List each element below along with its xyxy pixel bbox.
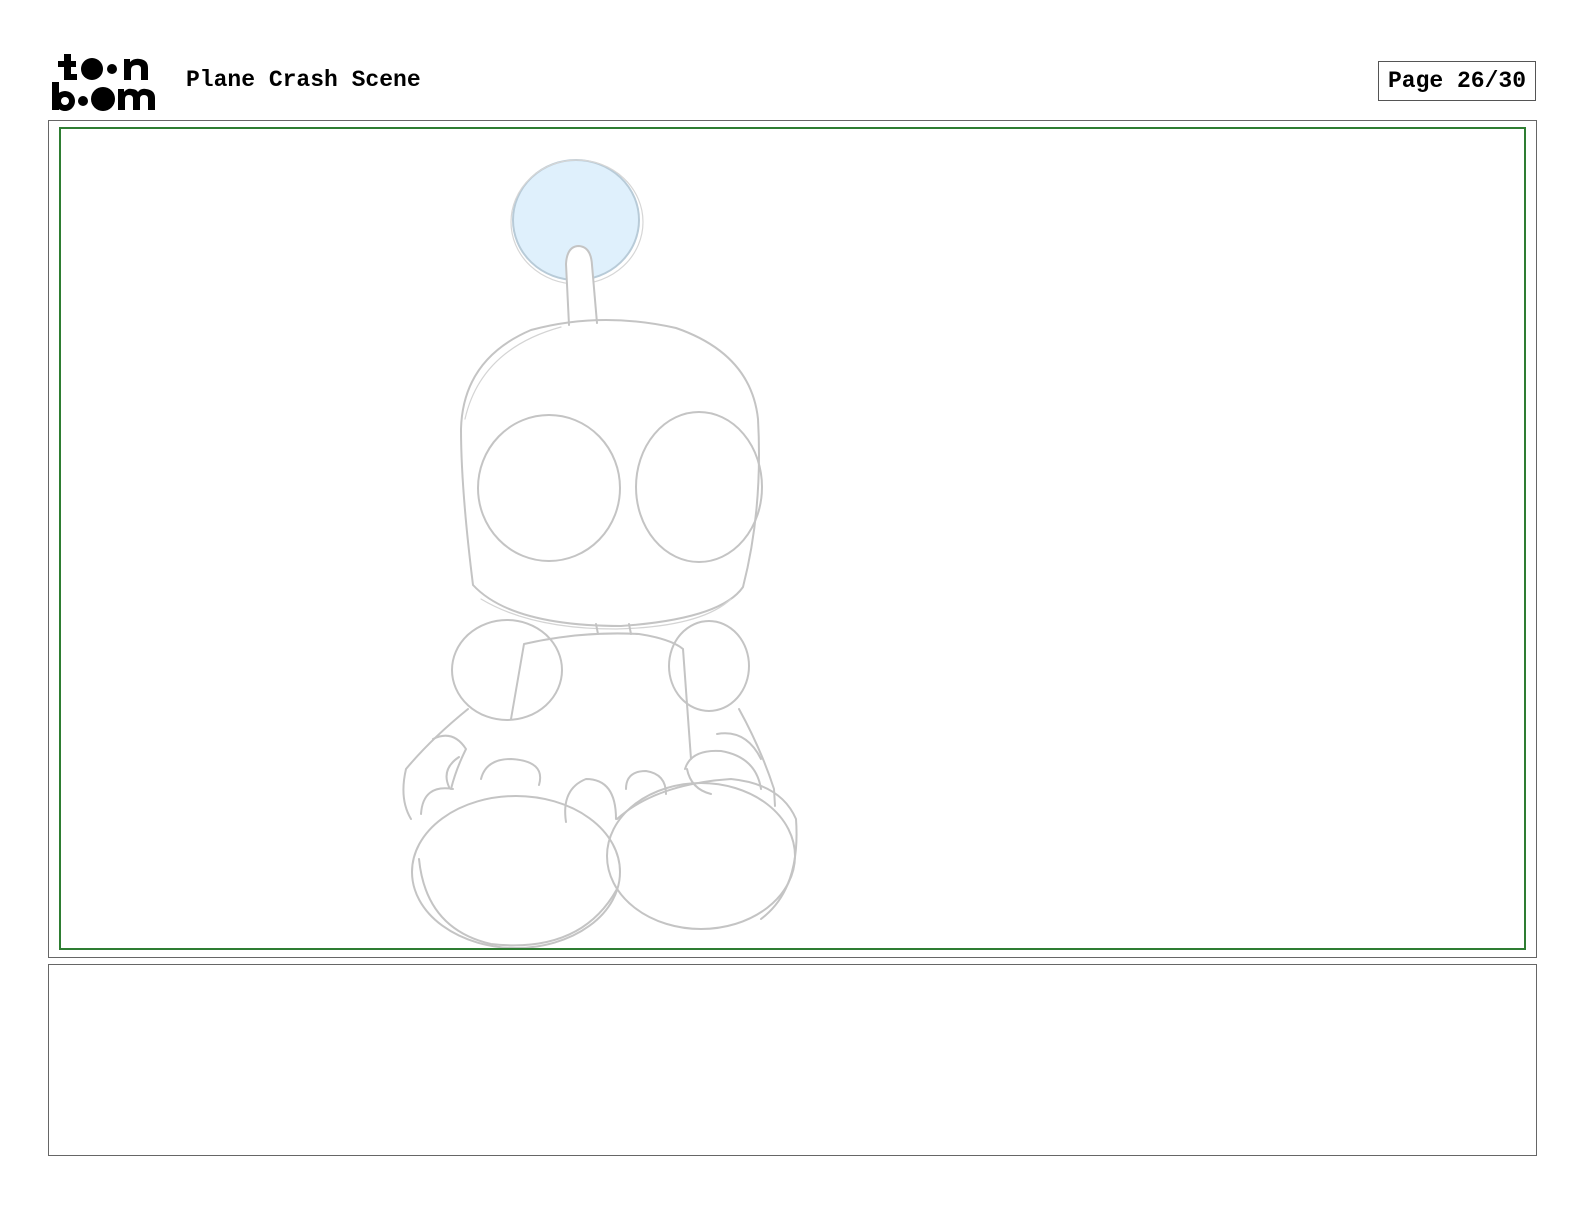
left-eye xyxy=(477,414,621,562)
right-eye xyxy=(635,411,763,563)
scene-title: Plane Crash Scene xyxy=(186,67,421,93)
left-foot xyxy=(411,795,621,948)
robot-sketch xyxy=(402,159,798,948)
toon-boom-logo xyxy=(52,52,164,112)
robot-head xyxy=(460,318,760,627)
page-counter: Page 26/30 xyxy=(1378,61,1536,101)
toon-boom-logo-icon xyxy=(52,54,155,111)
left-shoulder xyxy=(451,619,563,721)
storyboard-panel xyxy=(59,127,1526,950)
robot-torso xyxy=(510,632,692,760)
panel-notes-box xyxy=(48,964,1537,1156)
left-hand xyxy=(480,758,542,786)
right-shoulder xyxy=(668,620,750,712)
